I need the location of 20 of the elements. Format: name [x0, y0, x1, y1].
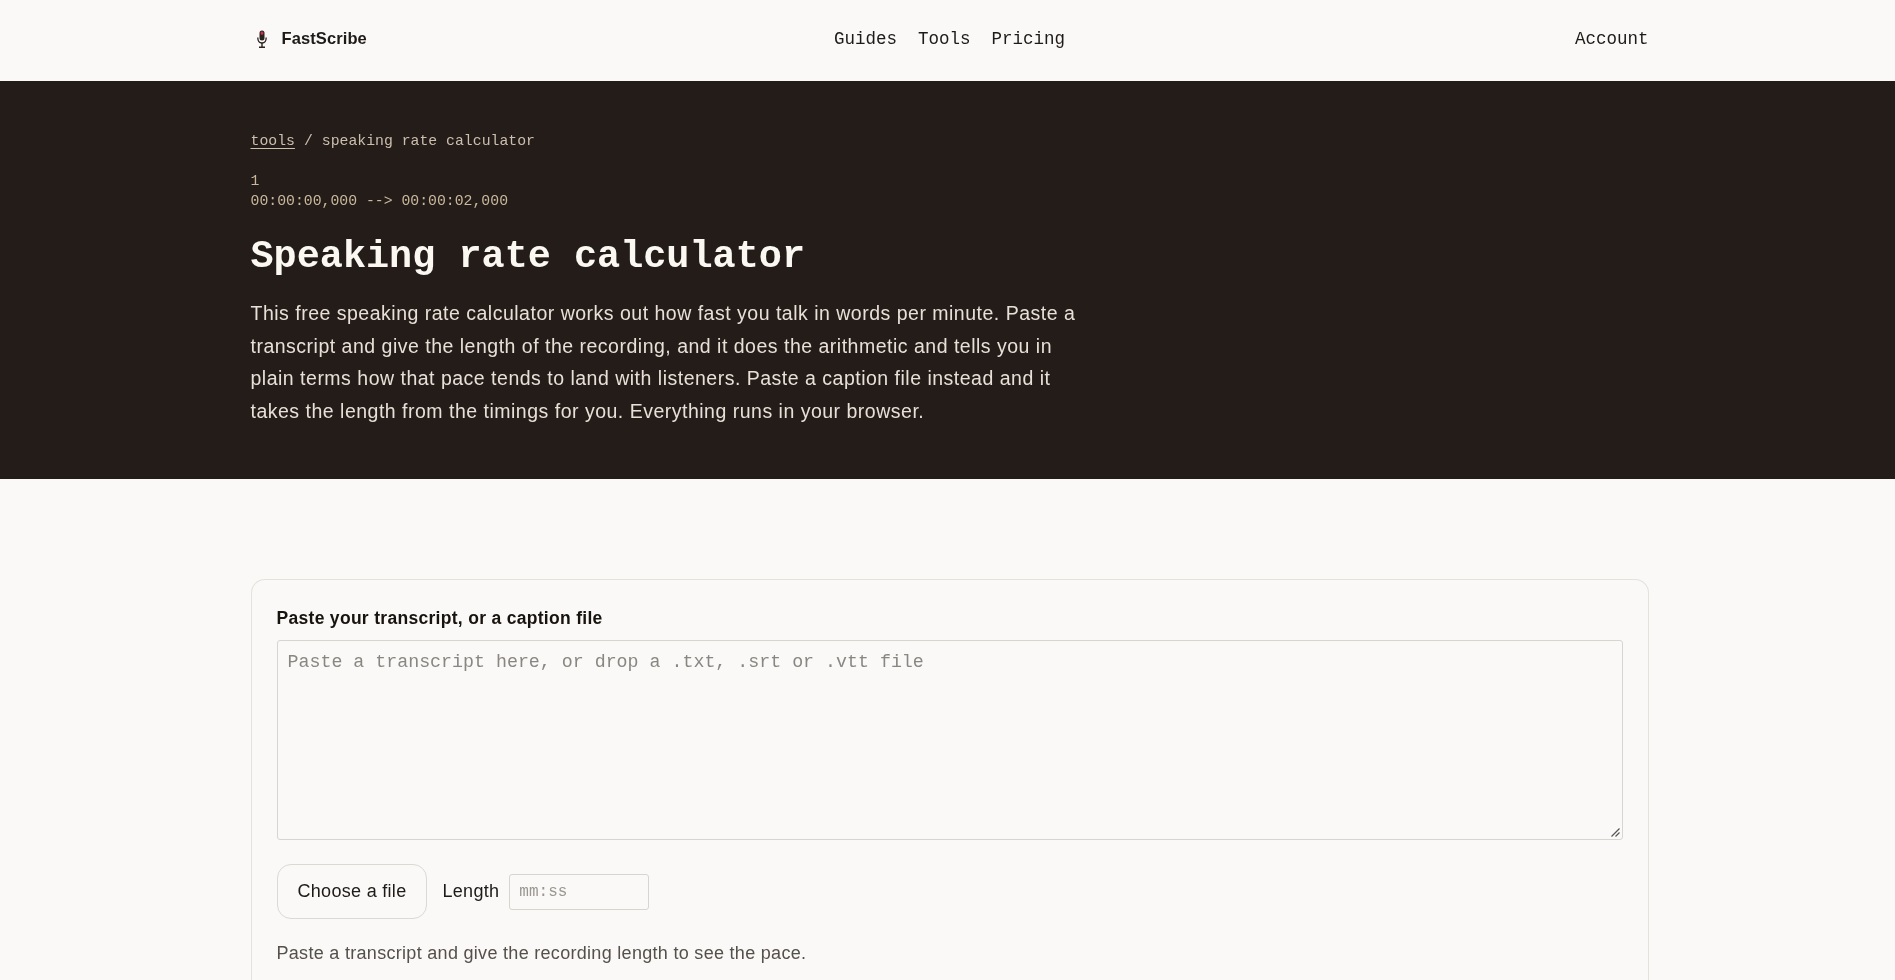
- caption-sample-line: 00:00:00,000 --> 00:00:02,000: [250, 192, 508, 211]
- page-title: Speaking rate calculator: [250, 234, 806, 281]
- account-link[interactable]: Account: [1575, 28, 1649, 49]
- nav-link[interactable]: Guides: [833, 28, 897, 49]
- brand-logo-link[interactable]: FastScribe: [281, 29, 367, 48]
- microphone-icon: [256, 29, 267, 48]
- length-label: Length: [442, 881, 500, 903]
- intro-paragraph: This free speaking rate calculator works out how fast you talk in words per minute. Paste a transcript and give the length of the recording, and it does the arithmetic and tells you in plain terms how that pace tends to land with listeners. Paste a caption file instead and it takes the length from the timings for you. Everything runs in your browser.: [250, 301, 1077, 424]
- nav-link[interactable]: Pricing: [991, 28, 1065, 49]
- nav-link[interactable]: Tools: [918, 28, 971, 49]
- caption-sample-line: 1: [250, 172, 260, 191]
- breadcrumb-link[interactable]: tools: [250, 131, 295, 151]
- transcript-label: Paste your transcript, or a caption file: [276, 607, 604, 630]
- breadcrumb-current: speaking rate calculator: [321, 132, 535, 151]
- resize-handle-icon[interactable]: [1610, 828, 1620, 838]
- breadcrumb-separator: /: [303, 132, 313, 151]
- length-input[interactable]: mm:ss: [509, 873, 650, 910]
- choose-file-button[interactable]: Choose a file: [276, 864, 428, 920]
- transcript-textarea[interactable]: Paste a transcript here, or drop a .txt, .srt or .vtt file: [276, 640, 1623, 841]
- status-hint: Paste a transcript and give the recording length to see the pace.: [276, 942, 808, 966]
